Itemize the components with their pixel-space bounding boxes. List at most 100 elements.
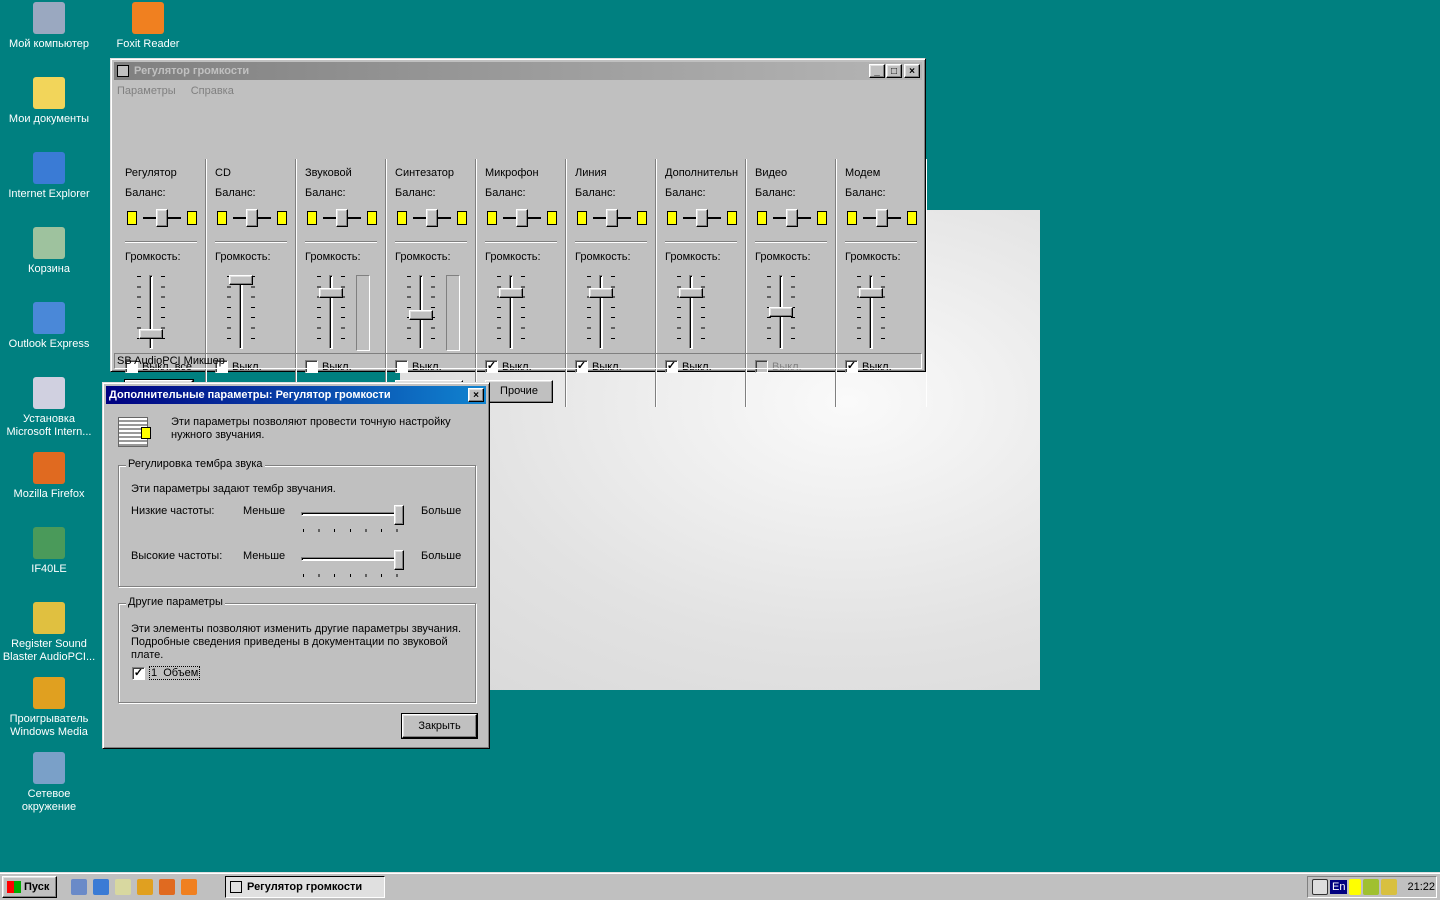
left-speaker-icon [217, 211, 227, 225]
show-desktop-icon[interactable] [71, 879, 87, 895]
slider-thumb[interactable] [156, 209, 168, 227]
left-speaker-icon [757, 211, 767, 225]
start-button[interactable]: Пуск [2, 876, 57, 898]
desktop-icon[interactable]: IF40LE [1, 527, 97, 576]
balance-slider[interactable] [845, 207, 921, 233]
volume-slider[interactable] [509, 275, 513, 349]
desktop-icon[interactable]: Проигрыватель Windows Media [1, 677, 97, 739]
treble-slider[interactable] [301, 550, 406, 578]
desktop-icon-image [33, 602, 65, 634]
desktop-icon-label: Mozilla Firefox [13, 488, 85, 500]
slider-thumb[interactable] [394, 505, 404, 525]
balance-slider[interactable] [305, 207, 381, 233]
volume-slider[interactable] [329, 275, 333, 349]
desktop-icon-image [33, 527, 65, 559]
slider-thumb[interactable] [606, 209, 618, 227]
volume-label: Громкость: [215, 251, 271, 263]
desktop-icon[interactable]: Мой компьютер [1, 2, 97, 51]
volume-slider-thumb[interactable] [409, 310, 433, 321]
slider-thumb[interactable] [426, 209, 438, 227]
level-meter [356, 275, 370, 351]
language-indicator[interactable]: En [1330, 880, 1348, 894]
slider-thumb[interactable] [876, 209, 888, 227]
ie-icon[interactable] [93, 879, 109, 895]
firefox-icon[interactable] [159, 879, 175, 895]
balance-slider[interactable] [485, 207, 561, 233]
volume-slider[interactable] [239, 275, 243, 349]
volume-slider-thumb[interactable] [319, 287, 343, 298]
volume-slider-thumb[interactable] [589, 287, 613, 298]
minimize-button[interactable]: _ [869, 64, 885, 78]
quick-launch [68, 879, 200, 898]
desktop-icon[interactable]: Мои документы [1, 77, 97, 126]
slider-thumb[interactable] [696, 209, 708, 227]
desktop-icon-image [33, 152, 65, 184]
dialog-close-button[interactable]: × [468, 388, 484, 402]
volume-label: Громкость: [755, 251, 811, 263]
volume-slider[interactable] [599, 275, 603, 349]
option-checkbox[interactable]: ✓ 1 Объем [132, 666, 201, 680]
advanced-dialog: Дополнительные параметры: Регулятор гром… [102, 382, 490, 749]
volume-slider-thumb[interactable] [769, 307, 793, 317]
menu-help[interactable]: Справка [191, 85, 234, 97]
desktop-icon-label: IF40LE [31, 563, 67, 575]
slider-thumb[interactable] [336, 209, 348, 227]
checkbox[interactable]: ✓ [132, 666, 145, 680]
desktop-icon[interactable]: Корзина [1, 227, 97, 276]
volume-slider[interactable] [869, 275, 873, 349]
desktop-icon[interactable]: Сетевое окружение [1, 752, 97, 814]
outlook-icon[interactable] [115, 879, 131, 895]
balance-slider[interactable] [395, 207, 471, 233]
media-player-icon[interactable] [137, 879, 153, 895]
volume-slider-thumb[interactable] [139, 329, 163, 340]
right-speaker-icon [817, 211, 827, 225]
scheduler-icon[interactable] [1312, 879, 1328, 895]
right-speaker-icon [457, 211, 467, 225]
menu-parameters[interactable]: Параметры [117, 85, 176, 97]
bass-less-label: Меньше [243, 505, 286, 517]
clock[interactable]: 21:22 [1407, 881, 1435, 893]
channel-name: Микрофон [485, 167, 539, 179]
channel-name: Линия [575, 167, 607, 179]
balance-slider[interactable] [665, 207, 741, 233]
balance-slider[interactable] [575, 207, 651, 233]
task-volume-control[interactable]: Регулятор громкости [225, 876, 385, 898]
balance-slider[interactable] [125, 207, 201, 233]
desktop-icon[interactable]: Foxit Reader [100, 2, 196, 51]
desktop-icon[interactable]: Установка Microsoft Intern... [1, 377, 97, 439]
volume-label: Громкость: [125, 251, 181, 263]
volume-slider-thumb[interactable] [229, 275, 253, 285]
foxit-icon[interactable] [181, 879, 197, 895]
left-speaker-icon [307, 211, 317, 225]
slider-thumb[interactable] [394, 550, 404, 570]
desktop-icon[interactable]: Outlook Express [1, 302, 97, 351]
close-button[interactable]: × [904, 64, 920, 78]
desktop-icon[interactable]: Internet Explorer [1, 152, 97, 201]
slider-thumb[interactable] [246, 209, 258, 227]
balance-slider[interactable] [215, 207, 291, 233]
channel-name: Дополнительн [665, 167, 739, 179]
channel-0: Регулятор Баланс: Громкость: Выкл. все П… [116, 159, 206, 407]
treble-label: Высокие частоты: [131, 550, 223, 562]
close-dialog-button[interactable]: Закрыть [401, 713, 478, 739]
volume-tray-icon[interactable] [1349, 879, 1362, 895]
xear3d-icon[interactable] [1381, 879, 1398, 895]
volume-slider[interactable] [689, 275, 693, 349]
desktop-icon[interactable]: Mozilla Firefox [1, 452, 97, 501]
volume-slider-thumb[interactable] [859, 287, 883, 298]
slider-thumb[interactable] [516, 209, 528, 227]
volume-slider-thumb[interactable] [499, 287, 523, 298]
desktop-icon[interactable]: Register Sound Blaster AudioPCI... [1, 602, 97, 664]
volume-slider-thumb[interactable] [679, 287, 703, 298]
left-speaker-icon [127, 211, 137, 225]
bass-slider[interactable] [301, 505, 406, 533]
slider-thumb[interactable] [786, 209, 798, 227]
desktop-icon-image [33, 302, 65, 334]
balance-slider[interactable] [755, 207, 831, 233]
dialog-title-bar[interactable]: Дополнительные параметры: Регулятор гром… [106, 386, 486, 404]
advanced-button[interactable]: Прочие [485, 380, 553, 403]
nvidia-icon[interactable] [1363, 879, 1380, 895]
title-bar[interactable]: Регулятор громкости _ □ × [114, 62, 922, 80]
maximize-button[interactable]: □ [886, 64, 902, 78]
tone-legend: Регулировка тембра звука [126, 458, 265, 470]
